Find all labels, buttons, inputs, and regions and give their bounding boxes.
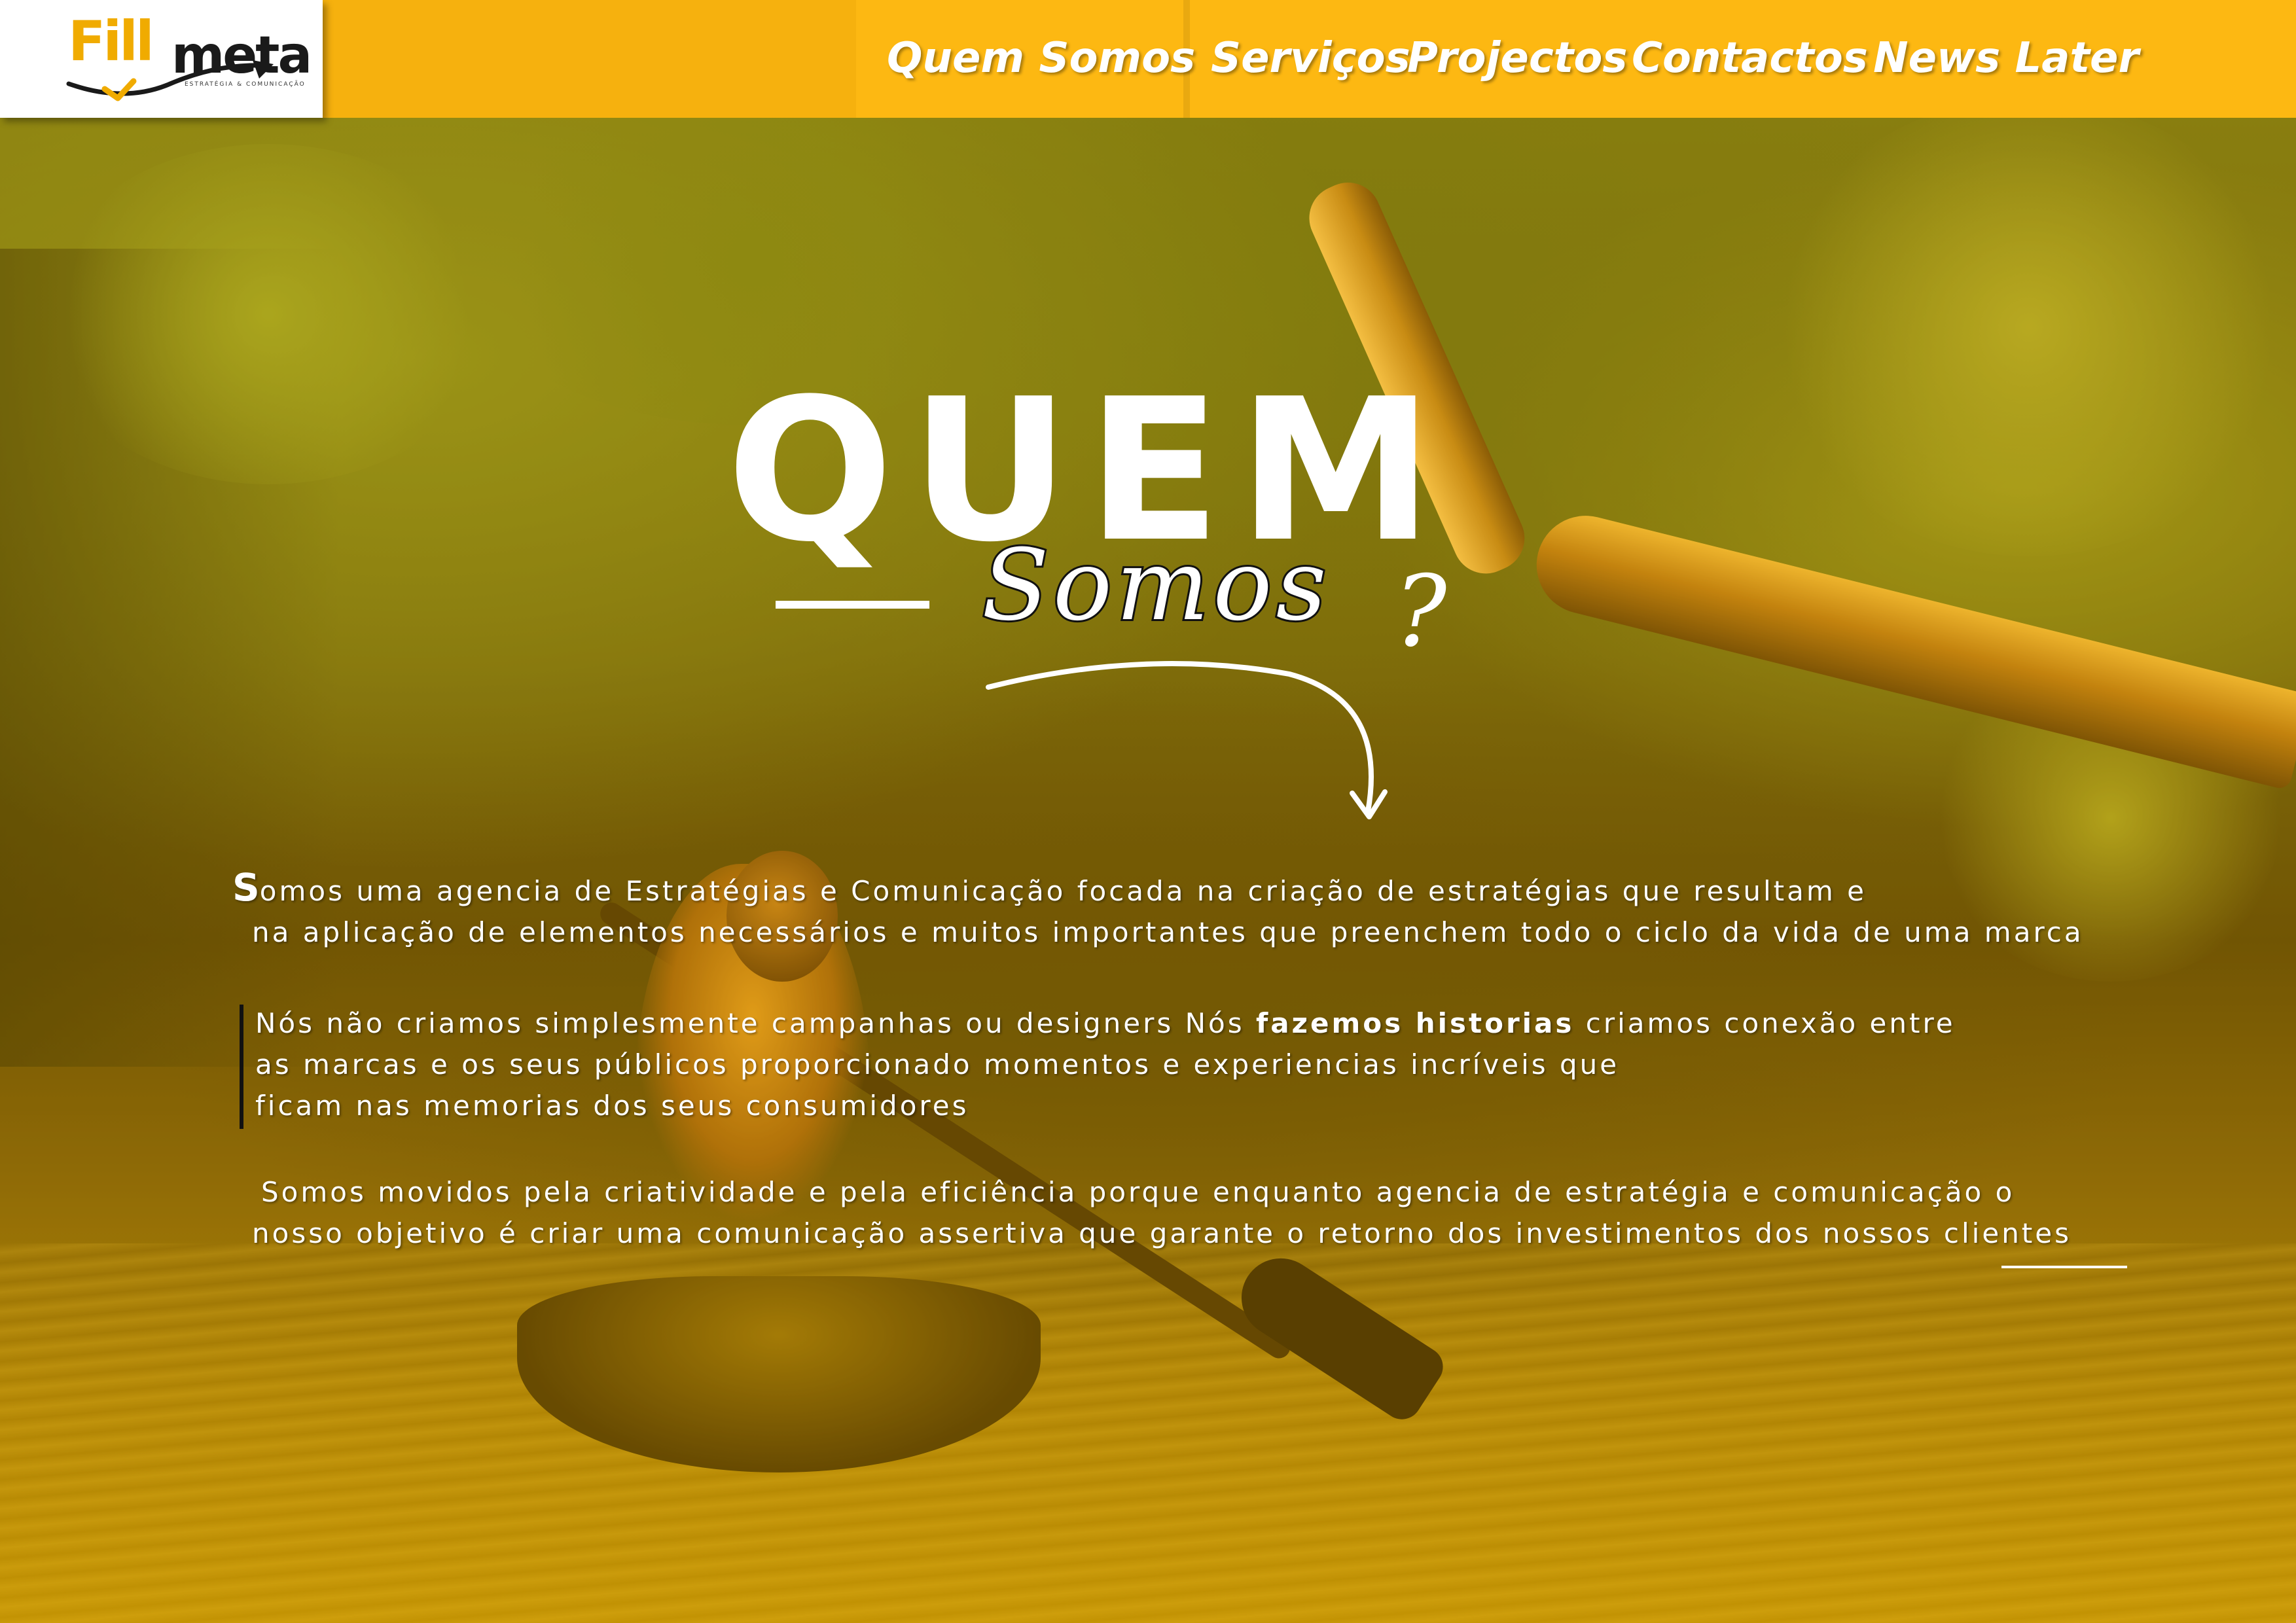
logo-swoosh-icon (66, 60, 274, 101)
nav-item-contactos[interactable]: Contactos (1632, 34, 1868, 82)
hero-subtitle: Somos (980, 529, 1331, 643)
main-nav: Quem Somos Serviços Projectos Contactos … (856, 0, 2296, 118)
values-line-1: Somos movidos pela criatividade e pela e… (261, 1176, 2015, 1208)
mission-line-1-text: Nós não criamos simplesmente campanhas o… (255, 1007, 1256, 1039)
logo[interactable]: Fill meta ESTRATÉGIA & COMUNICAÇÃO (0, 0, 323, 118)
mission-line-2: as marcas e os seus públicos proporciona… (255, 1048, 1620, 1080)
header-bar (323, 0, 856, 118)
nav-item-news-later[interactable]: News Later (1873, 34, 2139, 82)
hero-question-mark: ? (1394, 555, 1447, 669)
curved-arrow-icon (986, 661, 1388, 819)
closing-rule (2001, 1266, 2127, 1268)
nav-item-quem-somos[interactable]: Quem Somos (887, 34, 1195, 82)
hero-title-underline (776, 601, 929, 609)
mission-line-1-end: criamos conexão entre (1574, 1007, 1956, 1039)
logo-tagline: ESTRATÉGIA & COMUNICAÇÃO (185, 81, 306, 88)
nav-item-projectos[interactable]: Projectos (1407, 34, 1627, 82)
mission-paragraph: Nós não criamos simplesmente campanhas o… (255, 1003, 1956, 1126)
values-paragraph: Somos movidos pela criatividade e pela e… (252, 1171, 2072, 1254)
mission-line-3: ficam nas memorias dos seus consumidores (255, 1090, 969, 1122)
intro-paragraph: Somos uma agencia de Estratégias e Comun… (232, 867, 2084, 953)
values-line-2: nosso objetivo é criar uma comunicação a… (252, 1217, 2072, 1249)
intro-line-1-text: omos uma agencia de Estratégias e Comuni… (259, 875, 1867, 907)
mission-highlight: fazemos historias (1255, 1007, 1575, 1039)
nav-item-servicos[interactable]: Serviços (1211, 34, 1410, 82)
drop-cap: S (232, 865, 260, 910)
intro-line-2: na aplicação de elementos necessários e … (252, 916, 2084, 948)
quote-bar (240, 1005, 243, 1129)
intro-line-1: Somos uma agencia de Estratégias e Comun… (232, 867, 2084, 912)
mission-line-1: Nós não criamos simplesmente campanhas o… (255, 1003, 1956, 1044)
